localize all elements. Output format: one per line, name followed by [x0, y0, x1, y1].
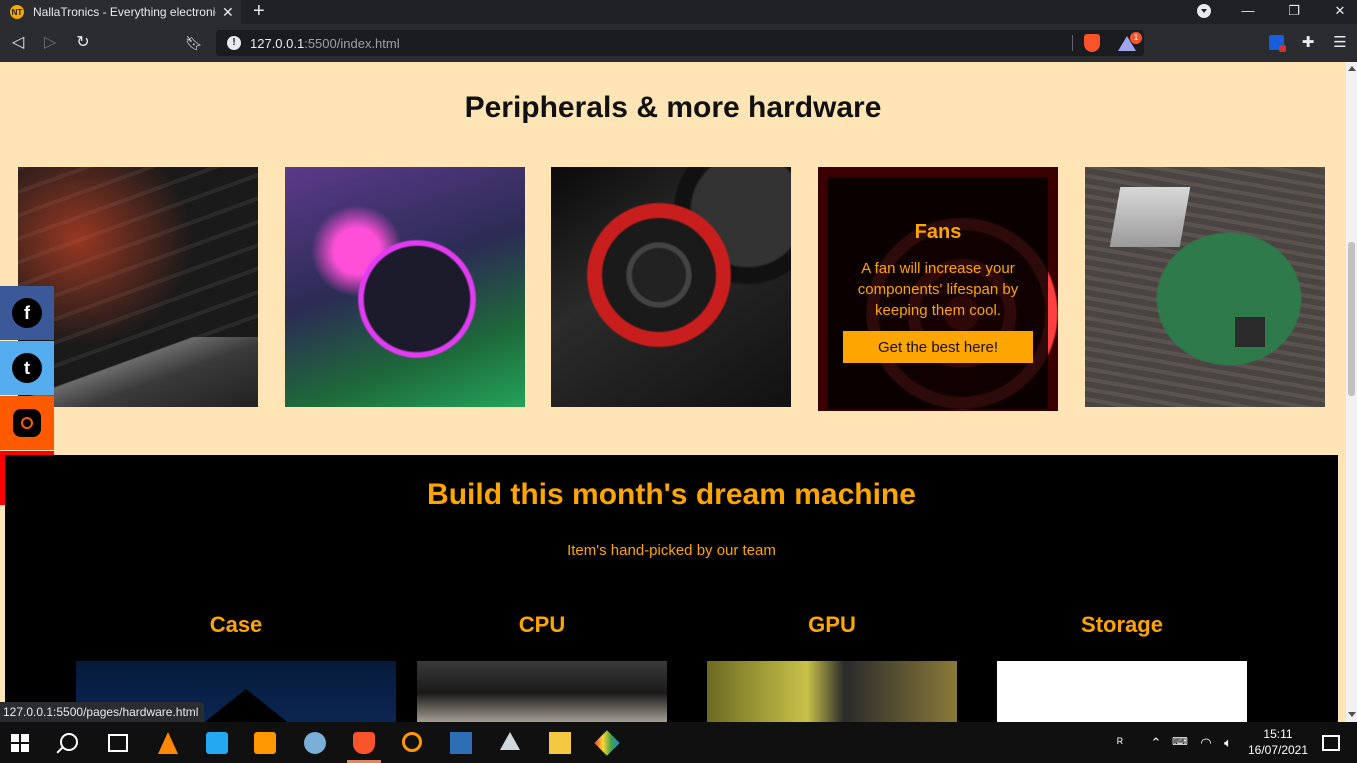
vlc-icon[interactable]: [158, 732, 178, 754]
brave-browser-icon[interactable]: [353, 732, 375, 754]
part-title-gpu: GPU: [808, 612, 856, 637]
clock-date: 16/07/2021: [1247, 743, 1309, 757]
app-colorful-icon[interactable]: [594, 730, 620, 756]
dream-machine-subtitle: Item's hand-picked by our team: [567, 542, 776, 559]
new-tab-button[interactable]: +: [253, 0, 265, 24]
omnibox-separator: [1072, 35, 1073, 51]
bitwarden-extension-icon[interactable]: [1269, 35, 1286, 52]
tray-chevron-icon[interactable]: ⌃: [1147, 722, 1165, 763]
graphics-card-card[interactable]: [551, 167, 791, 407]
tab-bar: NT NallaTronics - Everything electronics…: [0, 0, 1357, 24]
people-icon[interactable]: ᴿ: [1110, 722, 1130, 763]
part-title-cpu: CPU: [518, 612, 566, 637]
clock-time: 15:11: [1263, 727, 1293, 741]
dream-machine-section: Build this month's dream machine Item's …: [5, 455, 1338, 722]
app-globe-icon[interactable]: [304, 732, 326, 754]
windows-taskbar: ᴿ ⌃ ⌨ ◠ 🔈︎ 15:11 16/07/2021: [0, 722, 1357, 763]
part-title-case: Case: [209, 612, 263, 637]
scroll-thumb[interactable]: [1348, 242, 1355, 396]
peripherals-title: Peripherals & more hardware: [464, 91, 882, 124]
back-icon[interactable]: ◁: [8, 33, 28, 53]
powershell-icon[interactable]: [450, 732, 472, 754]
notifications-icon[interactable]: [1322, 735, 1340, 751]
instagram-icon: [13, 409, 41, 437]
bookmark-icon[interactable]: 🔖︎: [184, 33, 204, 53]
keyboard-card[interactable]: [18, 167, 258, 407]
fans-cta-button[interactable]: Get the best here!: [843, 331, 1033, 363]
task-view-icon[interactable]: [108, 734, 128, 752]
site-favicon-icon: NT: [10, 5, 24, 19]
minimize-button[interactable]: —: [1233, 0, 1263, 24]
inkscape-icon[interactable]: [500, 732, 520, 750]
mouse-card[interactable]: [285, 167, 525, 407]
fans-card-description: A fan will increase your components' lif…: [857, 260, 1019, 319]
gpu-image[interactable]: [707, 661, 957, 722]
vscode-icon[interactable]: [206, 732, 228, 754]
facebook-icon: f: [12, 298, 42, 328]
wifi-icon[interactable]: ◠: [1196, 722, 1216, 763]
instagram-link[interactable]: [0, 396, 54, 450]
raspberry-pi-card[interactable]: [1085, 167, 1325, 407]
scroll-up-icon[interactable]: [1348, 66, 1356, 71]
close-window-button[interactable]: ✕: [1325, 0, 1355, 24]
search-icon[interactable]: [60, 733, 78, 751]
forward-icon[interactable]: ▷: [40, 33, 60, 53]
maximize-button[interactable]: ❐: [1279, 0, 1309, 24]
windows-start-icon[interactable]: [11, 734, 29, 752]
reload-icon[interactable]: ↻: [73, 33, 93, 53]
address-bar[interactable]: ! 127.0.0.1:5500/index.html 1: [216, 30, 1144, 56]
url-path: :5500/index.html: [304, 35, 400, 51]
tab-title: NallaTronics - Everything electronics: [33, 5, 216, 19]
volume-icon[interactable]: 🔈︎: [1218, 722, 1238, 763]
page-scrollbar[interactable]: [1346, 62, 1357, 722]
page-viewport: Peripherals & more hardware Fans A fan w…: [0, 62, 1346, 722]
brave-shields-icon[interactable]: [1084, 34, 1100, 52]
url-host: 127.0.0.1: [250, 35, 305, 51]
fans-card-overlay: Fans A fan will increase your components…: [828, 177, 1048, 409]
rewards-badge: 1: [1130, 32, 1142, 44]
twitter-link[interactable]: t: [0, 341, 54, 395]
tab-search-icon[interactable]: [1197, 4, 1211, 18]
fans-card-title: Fans: [914, 221, 962, 243]
facebook-link[interactable]: f: [0, 286, 54, 340]
keyboard-layout-icon[interactable]: ⌨: [1170, 722, 1190, 763]
taskbar-clock[interactable]: 15:11 16/07/2021: [1245, 726, 1311, 758]
search-tool-icon[interactable]: [402, 732, 422, 752]
extensions-puzzle-icon[interactable]: ✚: [1299, 34, 1317, 52]
scroll-down-icon[interactable]: [1348, 712, 1356, 717]
browser-toolbar: ◁ ▷ ↻ 🔖︎ ! 127.0.0.1:5500/index.html 1 ✚…: [0, 24, 1357, 62]
dream-machine-title: Build this month's dream machine: [427, 478, 916, 511]
site-info-icon[interactable]: !: [227, 36, 241, 50]
file-explorer-icon[interactable]: [549, 732, 571, 754]
browser-tab[interactable]: NT NallaTronics - Everything electronics…: [0, 0, 241, 24]
storage-image[interactable]: [997, 661, 1247, 722]
menu-icon[interactable]: ☰: [1331, 34, 1349, 52]
tab-close-icon[interactable]: ✕: [222, 4, 234, 21]
sublime-text-icon[interactable]: [254, 732, 276, 754]
twitter-icon: t: [12, 353, 42, 383]
part-title-storage: Storage: [1081, 612, 1163, 637]
fans-card[interactable]: Fans A fan will increase your components…: [818, 167, 1058, 411]
link-status-url: 127.0.0.1:5500/pages/hardware.html: [0, 702, 205, 722]
cpu-image[interactable]: [417, 661, 667, 722]
